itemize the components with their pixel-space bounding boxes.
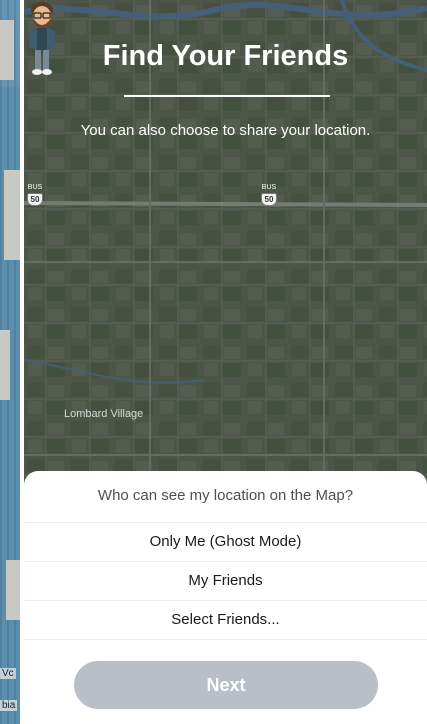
page-subtitle: You can also choose to share your locati… [80, 122, 371, 139]
sheet-question: Who can see my location on the Map? [97, 487, 354, 504]
option-select-friends[interactable]: Select Friends... [24, 600, 427, 640]
next-button[interactable]: Next [74, 661, 378, 709]
route-shield: BUS 50 [27, 183, 43, 206]
page-title: Find Your Friends [102, 40, 349, 72]
option-my-friends[interactable]: My Friends [24, 561, 427, 600]
route-shield-number: 50 [27, 193, 43, 206]
route-shield-label: BUS [27, 184, 43, 191]
option-only-me[interactable]: Only Me (Ghost Mode) [24, 522, 427, 561]
map-place-label: Lombard Village [64, 408, 144, 420]
map-tiles [24, 0, 427, 500]
route-shield-label: BUS [261, 184, 277, 191]
map-label: Vc [0, 668, 16, 679]
bitmoji-avatar[interactable] [24, 0, 60, 80]
route-shield: BUS 50 [261, 183, 277, 206]
map-label: bia [0, 700, 18, 711]
map-view[interactable]: ‹ Find Your Friends You can also choose … [24, 0, 427, 500]
previous-screen-edge: Vc bia [0, 0, 20, 724]
location-sharing-sheet: Who can see my location on the Map? Only… [24, 471, 427, 724]
title-divider [124, 95, 330, 97]
route-shield-number: 50 [261, 193, 277, 206]
